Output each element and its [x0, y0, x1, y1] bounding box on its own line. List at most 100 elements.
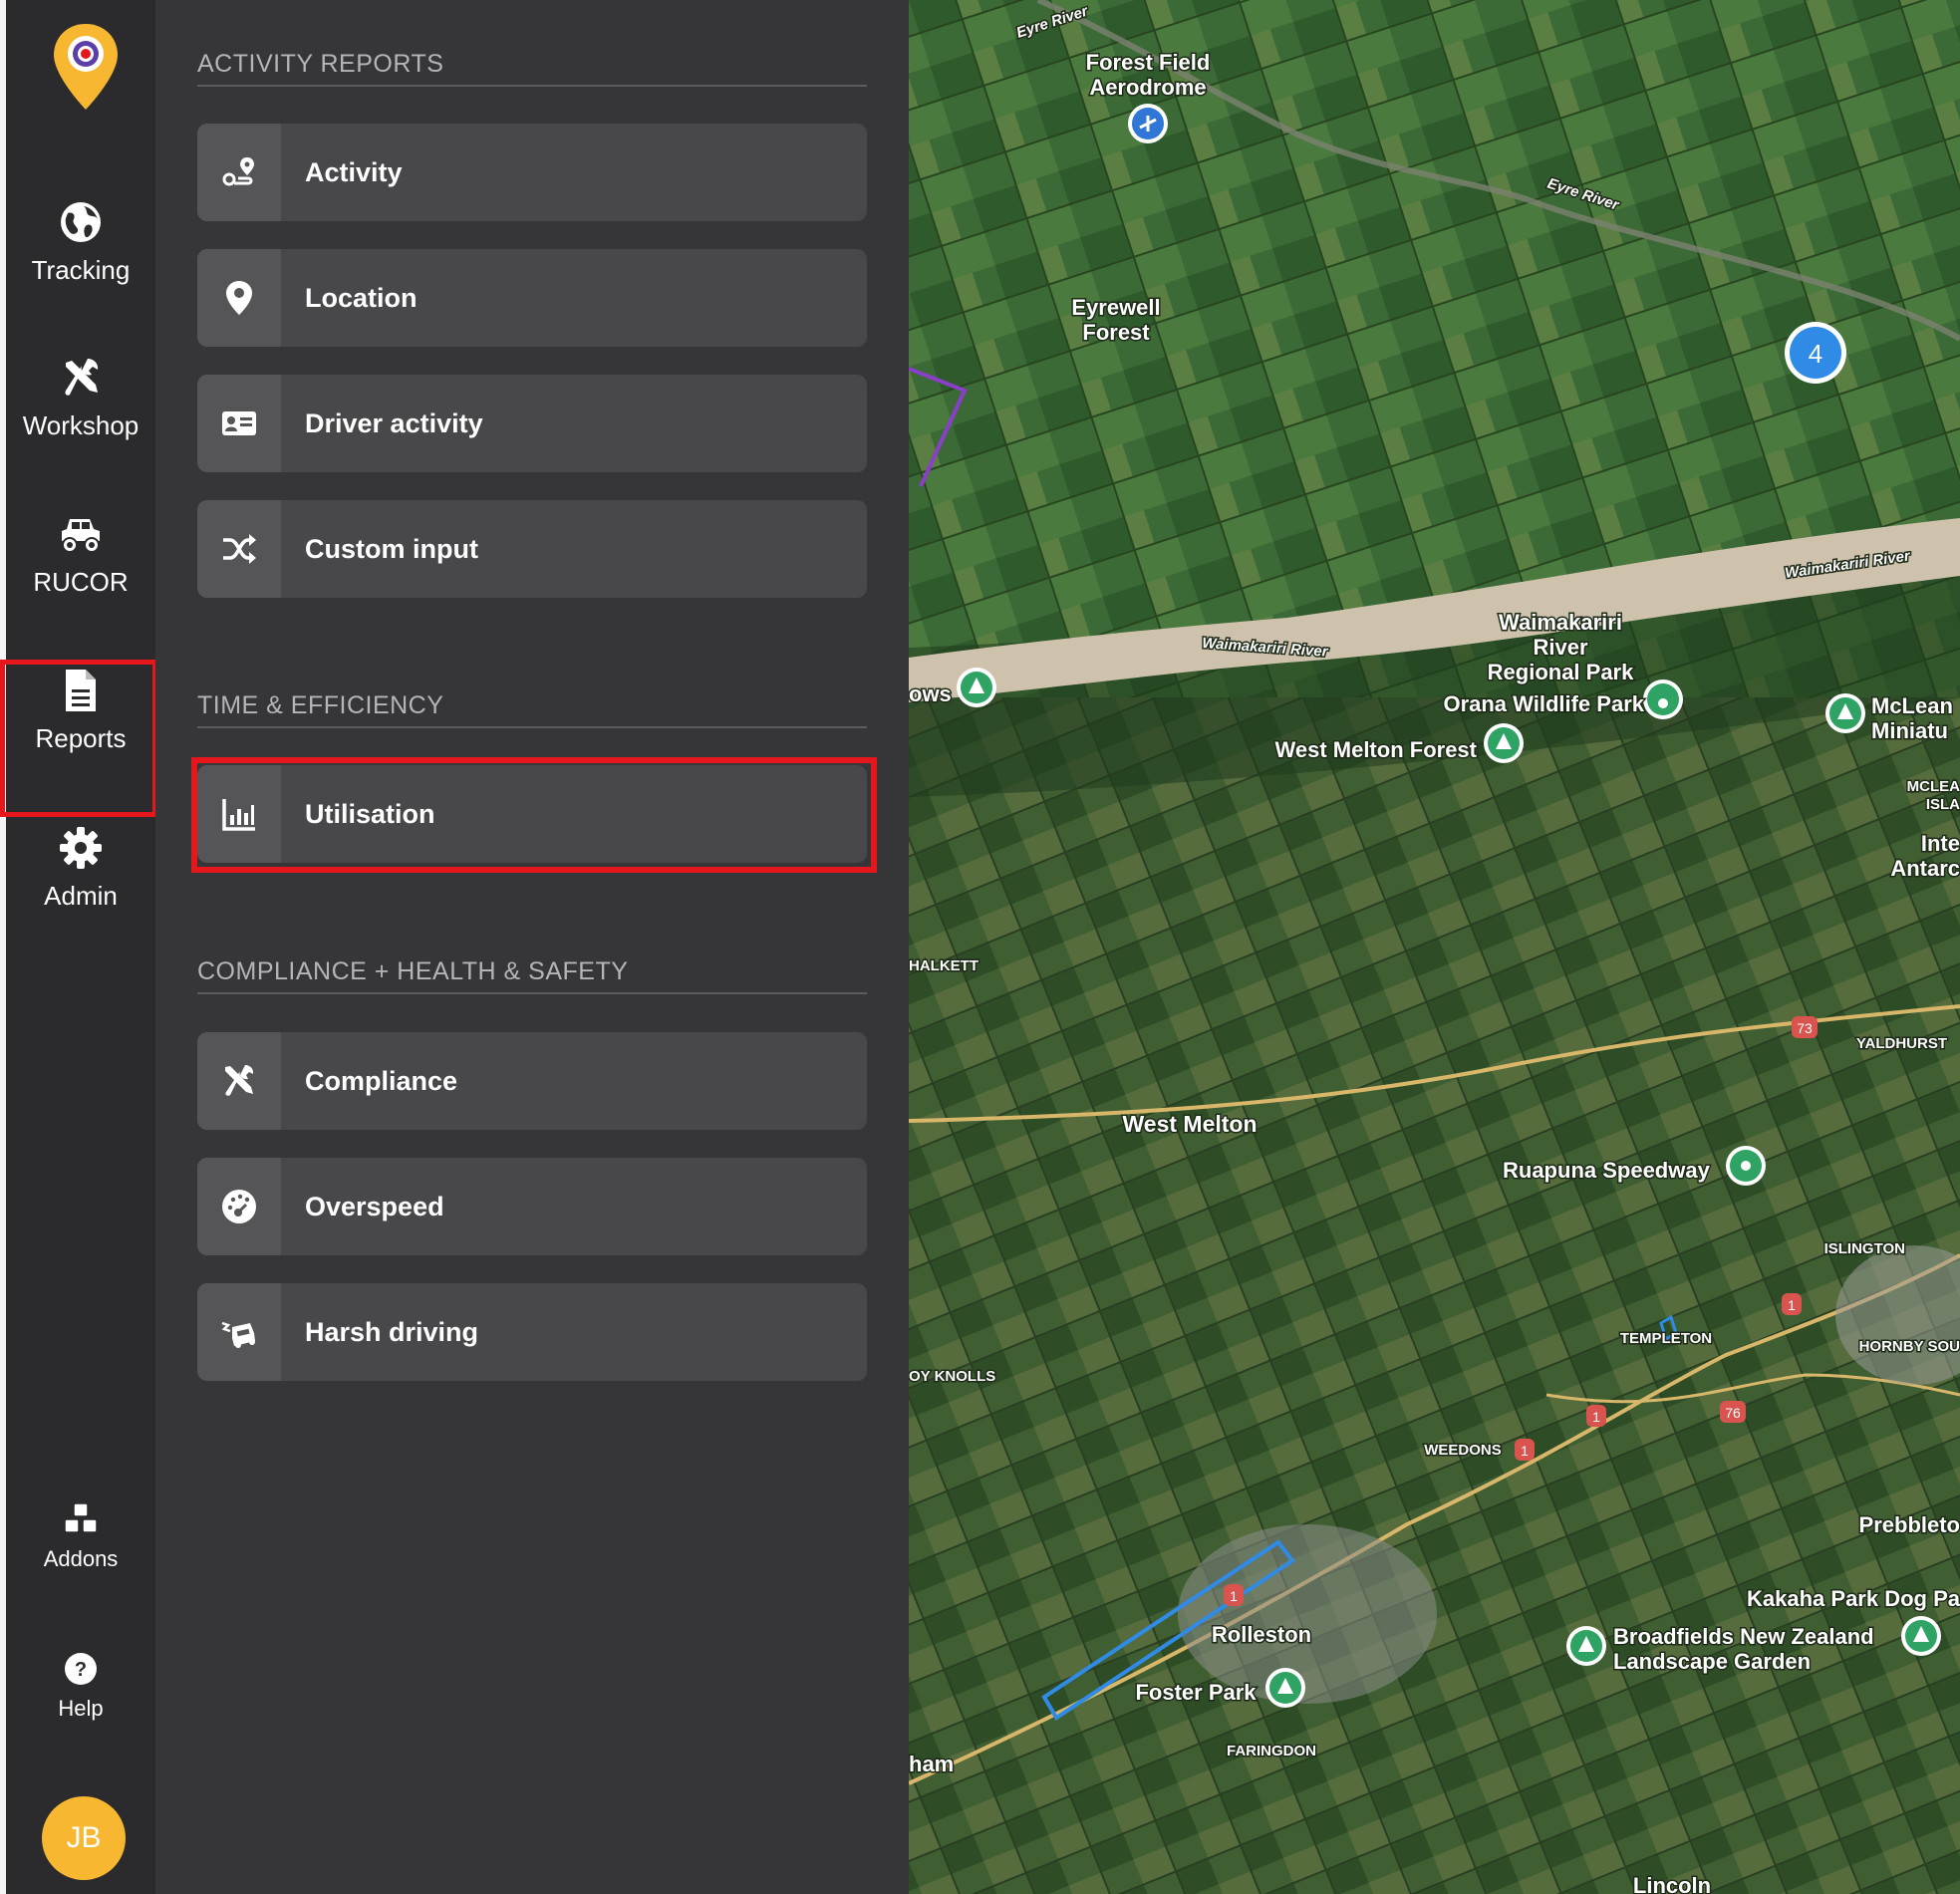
- user-avatar[interactable]: JB: [42, 1796, 126, 1880]
- nav-help[interactable]: ? Help: [6, 1650, 155, 1779]
- nav-workshop-label: Workshop: [22, 410, 140, 440]
- nav-addons-label: Addons: [43, 1546, 119, 1571]
- map-label-faringdon: FARINGDON: [1227, 1743, 1316, 1759]
- report-custom-input[interactable]: Custom input: [197, 500, 867, 598]
- nav-rucor-label: RUCOR: [33, 567, 129, 597]
- map-label-kakaha: Kakaha Park Dog Pa: [1747, 1586, 1960, 1611]
- gear-icon: [60, 827, 102, 869]
- park-marker-icon[interactable]: [1265, 1668, 1305, 1708]
- svg-text:1: 1: [1521, 1443, 1529, 1459]
- nav-admin-label: Admin: [44, 881, 118, 911]
- paw-marker-icon[interactable]: [1643, 679, 1683, 719]
- bar-chart-icon: [222, 799, 255, 831]
- nav-tracking[interactable]: Tracking: [6, 199, 155, 329]
- route-shield-73: 73: [1792, 1016, 1818, 1038]
- park-marker-icon[interactable]: [1484, 723, 1524, 763]
- report-driver-activity[interactable]: Driver activity: [197, 375, 867, 472]
- map-label-west-melton: West Melton: [1122, 1111, 1257, 1137]
- route-shield-1: 1: [1586, 1405, 1606, 1427]
- route-shield-1: 1: [1224, 1584, 1244, 1606]
- cubes-icon: [64, 1502, 98, 1533]
- question-icon: ?: [65, 1653, 97, 1685]
- nav-reports[interactable]: Reports: [0, 660, 157, 817]
- map-label-foster-park: Foster Park: [1135, 1680, 1257, 1705]
- map-label-knolls: OY KNOLLS: [909, 1368, 995, 1385]
- svg-text:1: 1: [1230, 1588, 1238, 1604]
- map-view[interactable]: 4 73 1 1 1 1 76 Forest Field Aerodrome Ey…: [909, 0, 1960, 1894]
- car-crash-icon: [221, 1321, 255, 1348]
- report-compliance-label: Compliance: [305, 1066, 458, 1096]
- svg-text:1: 1: [1592, 1409, 1600, 1425]
- tools-icon: [225, 1065, 254, 1096]
- route-shield-1: 1: [1515, 1439, 1535, 1461]
- speedometer-icon: [222, 1190, 256, 1223]
- map-label-eyrewell: Eyrewell Forest: [1071, 295, 1160, 345]
- reports-panel: ACTIVITY REPORTS Activity Location Drive…: [155, 0, 909, 1894]
- map-label-aerodrome: Forest Field Aerodrome: [1086, 50, 1211, 100]
- map-label-templeton: TEMPLETON: [1620, 1330, 1712, 1347]
- nav-rucor[interactable]: RUCOR: [6, 511, 155, 641]
- park-marker-icon[interactable]: [1825, 693, 1865, 733]
- report-driver-activity-label: Driver activity: [305, 408, 483, 438]
- svg-text:76: 76: [1725, 1405, 1741, 1421]
- shuffle-icon: [223, 534, 256, 564]
- report-location-label: Location: [305, 283, 418, 313]
- globe-icon: [61, 202, 101, 242]
- svg-text:1: 1: [1788, 1297, 1796, 1313]
- map-label-hornby: HORNBY SOU: [1859, 1338, 1960, 1355]
- section-title-activity-reports: ACTIVITY REPORTS: [197, 50, 867, 87]
- park-marker-icon[interactable]: [1566, 1626, 1606, 1666]
- report-location[interactable]: Location: [197, 249, 867, 347]
- speedway-marker-icon[interactable]: [1726, 1146, 1766, 1186]
- pin-icon: [226, 281, 252, 315]
- report-harsh-driving[interactable]: Harsh driving: [197, 1283, 867, 1381]
- nav-tracking-label: Tracking: [31, 255, 131, 285]
- svg-text:?: ?: [75, 1659, 87, 1681]
- section-title-compliance: COMPLIANCE + HEALTH & SAFETY: [197, 957, 867, 994]
- nav-reports-label: Reports: [35, 723, 127, 753]
- nav-workshop[interactable]: Workshop: [6, 355, 155, 484]
- main-sidebar: Tracking Workshop RUCOR Reports Admin Ad…: [0, 0, 157, 1894]
- map-label-prebbleton: Prebbleto: [1859, 1512, 1960, 1537]
- report-activity[interactable]: Activity: [197, 124, 867, 221]
- route-shield-76: 76: [1720, 1401, 1746, 1423]
- map-label-rolleston: Rolleston: [1212, 1622, 1311, 1647]
- report-custom-input-label: Custom input: [305, 534, 478, 564]
- route-icon: [222, 157, 254, 186]
- route-shield-1: 1: [1782, 1293, 1802, 1315]
- map-label-orana: Orana Wildlife Park: [1443, 691, 1644, 716]
- map-terrain-south: [909, 697, 1960, 1894]
- report-overspeed-label: Overspeed: [305, 1192, 444, 1221]
- rolleston-urban: [1178, 1524, 1437, 1704]
- report-activity-label: Activity: [305, 157, 403, 187]
- app-logo[interactable]: [50, 22, 122, 114]
- map-label-ows: ows: [909, 681, 952, 706]
- report-utilisation-label: Utilisation: [305, 799, 435, 829]
- document-icon: [66, 670, 96, 711]
- report-overspeed[interactable]: Overspeed: [197, 1158, 867, 1255]
- park-marker-icon[interactable]: [1901, 1616, 1941, 1656]
- map-label-weedons: WEEDONS: [1424, 1442, 1502, 1459]
- tools-icon: [65, 359, 99, 396]
- cluster-count: 4: [1809, 339, 1822, 369]
- map-label-yaldhurst: YALDHURST: [1856, 1035, 1947, 1052]
- report-harsh-driving-label: Harsh driving: [305, 1317, 479, 1347]
- map-label-west-melton-forest: West Melton Forest: [1274, 737, 1477, 762]
- map-label-halkett: HALKETT: [909, 957, 979, 974]
- airport-marker-icon[interactable]: [1128, 104, 1168, 143]
- id-card-icon: [222, 411, 256, 435]
- map-label-mclean: McLean Miniatu: [1871, 693, 1953, 743]
- svg-text:73: 73: [1797, 1020, 1813, 1036]
- section-title-time-efficiency: TIME & EFFICIENCY: [197, 691, 867, 728]
- report-utilisation[interactable]: Utilisation: [197, 765, 867, 863]
- nav-addons[interactable]: Addons: [6, 1500, 155, 1630]
- vehicle-cluster-marker[interactable]: 4: [1785, 322, 1846, 384]
- report-compliance[interactable]: Compliance: [197, 1032, 867, 1130]
- map-label-lincoln: Lincoln: [1633, 1873, 1711, 1894]
- map-label-islington: ISLINGTON: [1824, 1240, 1905, 1257]
- nav-admin[interactable]: Admin: [6, 825, 155, 954]
- park-marker-icon[interactable]: [957, 668, 996, 707]
- truck-icon: [62, 519, 100, 553]
- map-label-ruapuna: Ruapuna Speedway: [1503, 1158, 1711, 1183]
- nav-help-label: Help: [58, 1696, 104, 1721]
